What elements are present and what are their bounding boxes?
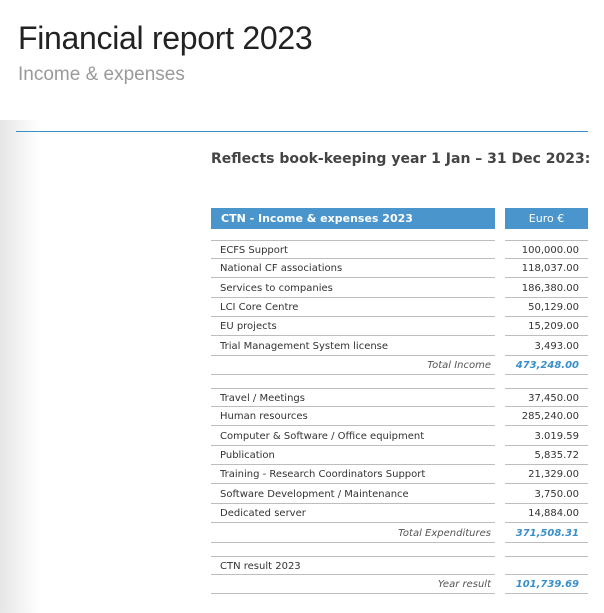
divider-rule bbox=[16, 131, 588, 132]
row-value: 21,329.00 bbox=[505, 465, 588, 484]
row-value: 15,209.00 bbox=[505, 317, 588, 336]
table-header-currency: Euro € bbox=[505, 208, 588, 229]
row-value: 285,240.00 bbox=[505, 407, 588, 426]
row-value: 100,000.00 bbox=[505, 240, 588, 259]
row-value: 5,835.72 bbox=[505, 446, 588, 465]
row-label: Dedicated server bbox=[211, 504, 495, 523]
row-label: Computer & Software / Office equipment bbox=[211, 427, 495, 446]
lead-text: Reflects book-keeping year 1 Jan – 31 De… bbox=[211, 151, 591, 167]
row-label: ECFS Support bbox=[211, 240, 495, 259]
row-label: Software Development / Maintenance bbox=[211, 485, 495, 504]
total-income-label: Total Income bbox=[211, 356, 495, 375]
year-result-label: Year result bbox=[211, 575, 495, 594]
row-label: Training - Research Coordinators Support bbox=[211, 465, 495, 484]
page-shade bbox=[0, 120, 40, 613]
row-label: Services to companies bbox=[211, 279, 495, 298]
row-value: 37,450.00 bbox=[505, 388, 588, 407]
row-label: Travel / Meetings bbox=[211, 388, 495, 407]
row-label: Human resources bbox=[211, 407, 495, 426]
result-label: CTN result 2023 bbox=[211, 556, 495, 575]
row-label: National CF associations bbox=[211, 259, 495, 278]
row-label: Trial Management System license bbox=[211, 337, 495, 356]
row-label: LCI Core Centre bbox=[211, 298, 495, 317]
table-header-label: CTN - Income & expenses 2023 bbox=[211, 208, 495, 229]
row-value: 186,380.00 bbox=[505, 279, 588, 298]
page-title: Financial report 2023 bbox=[18, 20, 313, 56]
row-value: 14,884.00 bbox=[505, 504, 588, 523]
row-value: 50,129.00 bbox=[505, 298, 588, 317]
year-result-value: 101,739.69 bbox=[505, 575, 588, 594]
total-income-value: 473,248.00 bbox=[505, 356, 588, 375]
total-expenditures-value: 371,508.31 bbox=[505, 524, 588, 543]
total-expenditures-label: Total Expenditures bbox=[211, 524, 495, 543]
row-value: 118,037.00 bbox=[505, 259, 588, 278]
result-empty-cell bbox=[505, 556, 588, 575]
row-value: 3,750.00 bbox=[505, 485, 588, 504]
row-label: Publication bbox=[211, 446, 495, 465]
row-value: 3,493.00 bbox=[505, 337, 588, 356]
page-subtitle: Income & expenses bbox=[18, 64, 185, 85]
row-value: 3.019.59 bbox=[505, 427, 588, 446]
row-label: EU projects bbox=[211, 317, 495, 336]
